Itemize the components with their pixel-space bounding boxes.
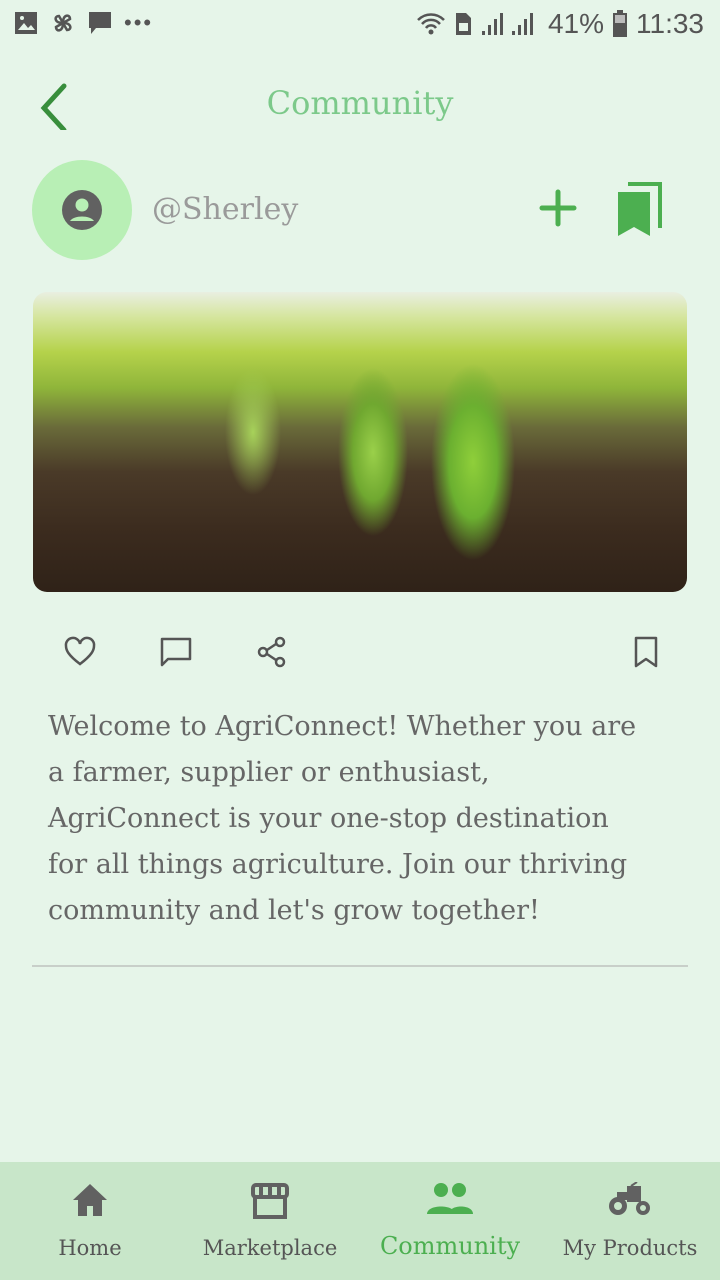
sim-icon <box>455 13 471 35</box>
nav-label: Marketplace <box>202 1236 338 1260</box>
avatar[interactable] <box>32 160 132 260</box>
post-text: Welcome to AgriConnect! Whether you are … <box>48 711 637 926</box>
nav-marketplace[interactable]: Marketplace <box>180 1162 360 1280</box>
post-image <box>33 292 687 592</box>
pinwheel-icon <box>54 14 72 32</box>
comment-button[interactable] <box>160 636 192 672</box>
app-header: Community <box>0 70 720 140</box>
page-title: Community <box>266 84 454 122</box>
divider <box>32 965 688 967</box>
bookmark-button[interactable] <box>632 636 660 672</box>
add-post-icon[interactable] <box>538 188 578 228</box>
more-icon: ••• <box>124 10 154 35</box>
image-icon <box>15 12 37 34</box>
bookmark-icon <box>634 636 658 668</box>
home-icon <box>73 1184 107 1216</box>
nav-community[interactable]: Community <box>360 1162 540 1280</box>
nav-home[interactable]: Home <box>0 1162 180 1280</box>
clock: 11:33 <box>636 8 704 39</box>
storefront-icon <box>251 1183 289 1219</box>
heart-icon <box>64 636 96 666</box>
signal-icon <box>481 13 533 35</box>
saved-posts-icon[interactable] <box>614 182 664 238</box>
username: @Sherley <box>152 192 299 227</box>
tractor-icon <box>609 1182 650 1215</box>
message-icon <box>89 12 111 34</box>
comment-icon <box>160 637 192 667</box>
wifi-icon <box>417 13 445 35</box>
battery-percent: 41% <box>547 8 604 39</box>
post-actions <box>60 636 660 676</box>
nav-label: Home <box>58 1236 122 1260</box>
nav-my-products[interactable]: My Products <box>540 1162 720 1280</box>
nav-label: My Products <box>562 1236 698 1260</box>
share-button[interactable] <box>256 636 288 672</box>
profile-row: @Sherley <box>32 160 688 260</box>
account-circle-icon <box>62 190 102 230</box>
bottom-nav: Home Marketplace Community My Products <box>0 1162 720 1280</box>
status-bar: ••• 41% 11:33 <box>0 0 720 52</box>
battery-icon <box>613 10 627 37</box>
people-icon <box>427 1183 473 1214</box>
like-button[interactable] <box>64 636 96 672</box>
share-icon <box>257 636 286 668</box>
nav-label: Community <box>379 1232 521 1260</box>
